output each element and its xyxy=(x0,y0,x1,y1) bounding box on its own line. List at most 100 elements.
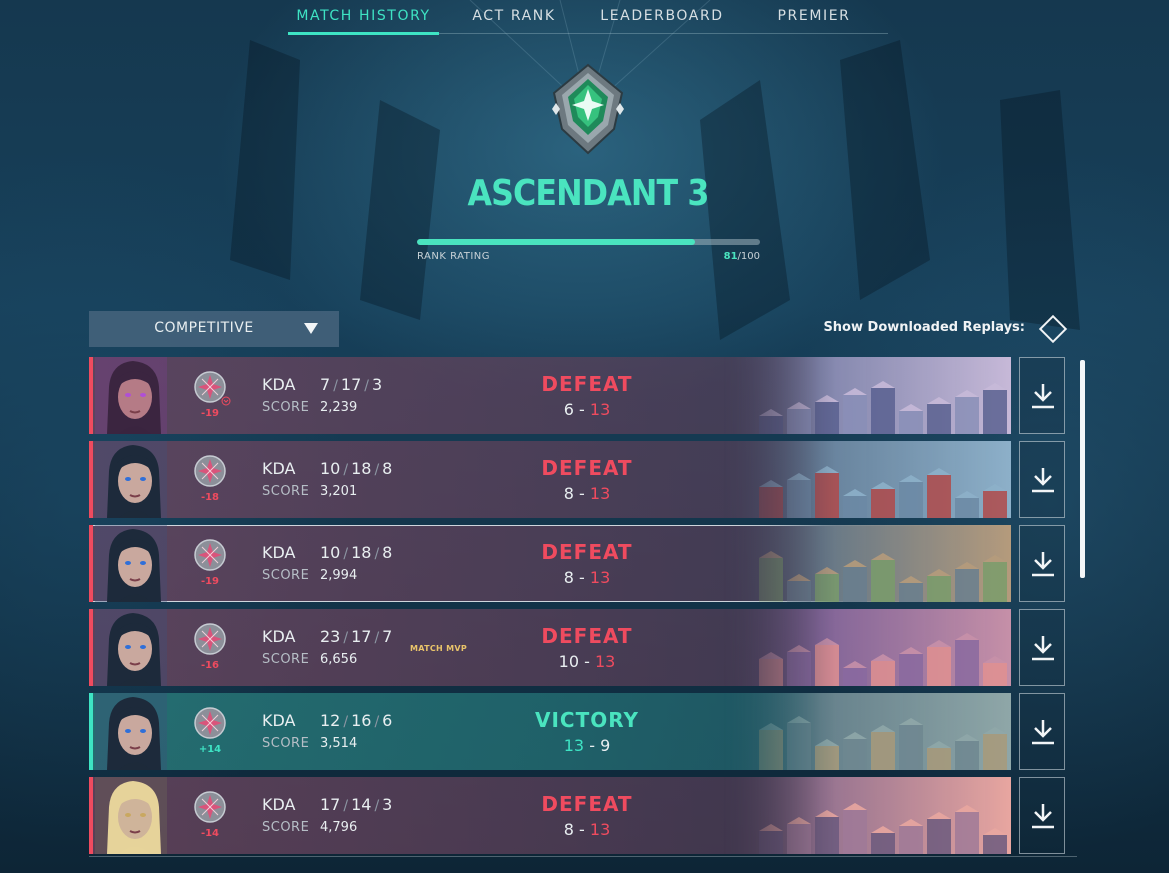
kda-separator: / xyxy=(343,630,349,646)
assists: 3 xyxy=(382,795,393,814)
combat-score: 3,514 xyxy=(320,736,358,751)
download-replay-button[interactable] xyxy=(1019,357,1065,434)
result-edge xyxy=(89,357,93,434)
kda-separator: / xyxy=(374,714,380,730)
download-replay-button[interactable] xyxy=(1019,777,1065,854)
ascendant-rank-icon xyxy=(552,63,624,155)
match-row[interactable]: +14 KDA 12/16/6 SCORE 3,514 VICTORY 13 -… xyxy=(89,693,1011,770)
match-row[interactable]: -19 KDA 10/18/8 SCORE 2,994 DEFEAT 8 - 1… xyxy=(89,525,1011,602)
rank-mini-icon xyxy=(194,455,226,487)
match-result: DEFEAT xyxy=(541,540,633,564)
map-thumbnail xyxy=(719,441,1011,518)
kills: 23 xyxy=(320,627,341,646)
download-replay-button[interactable] xyxy=(1019,441,1065,518)
rank-rating-max: /100 xyxy=(737,251,760,262)
rank-name: ASCENDANT 3 xyxy=(467,173,709,214)
score-separator: - xyxy=(584,652,590,671)
rank-mini-icon xyxy=(194,707,226,739)
deaths: 16 xyxy=(351,711,372,730)
download-icon xyxy=(1032,804,1054,829)
combat-score: 6,656 xyxy=(320,652,358,667)
round-score: 8 - 13 xyxy=(487,568,687,587)
round-score: 10 - 13 xyxy=(487,652,687,671)
kda-separator: / xyxy=(333,378,338,394)
kda-label: KDA xyxy=(262,543,296,562)
match-row[interactable]: -14 KDA 17/14/3 SCORE 4,796 DEFEAT 8 - 1… xyxy=(89,777,1011,854)
tab-leaderboard[interactable]: LEADERBOARD xyxy=(588,8,736,34)
result-edge xyxy=(89,693,93,770)
kda-label: KDA xyxy=(262,795,296,814)
tab-act-rank[interactable]: ACT RANK xyxy=(458,8,570,34)
mvp-badge: MATCH MVP xyxy=(410,644,468,653)
match-row[interactable]: -19 KDA 7/17/3 SCORE 2,239 DEFEAT 6 - 13 xyxy=(89,357,1011,434)
tab-premier[interactable]: PREMIER xyxy=(764,8,864,34)
round-score: 8 - 13 xyxy=(487,484,687,503)
tab-match-history[interactable]: MATCH HISTORY xyxy=(288,8,439,35)
download-replay-button[interactable] xyxy=(1019,525,1065,602)
map-thumbnail xyxy=(719,525,1011,602)
rr-change: -14 xyxy=(200,828,220,839)
download-icon xyxy=(1032,552,1054,577)
show-replays-label: Show Downloaded Replays: xyxy=(823,320,1025,335)
map-thumbnail xyxy=(719,693,1011,770)
enemy-score: 13 xyxy=(589,484,611,503)
kills: 10 xyxy=(320,459,341,478)
combat-score: 2,239 xyxy=(320,400,358,415)
rank-rating-value: 81/100 xyxy=(660,251,760,262)
score-separator: - xyxy=(579,400,585,419)
kda-separator: / xyxy=(374,630,380,646)
rank-rating-label: RANK RATING xyxy=(417,251,490,262)
map-thumbnail xyxy=(719,609,1011,686)
kills: 12 xyxy=(320,711,341,730)
result-edge xyxy=(89,777,93,854)
kda-separator: / xyxy=(364,378,369,394)
kda-value: 10/18/8 xyxy=(320,543,392,562)
enemy-score: 13 xyxy=(589,400,611,419)
rr-change: -19 xyxy=(200,408,220,419)
score-separator: - xyxy=(579,568,585,587)
kills: 7 xyxy=(320,375,331,394)
rank-down-icon xyxy=(221,396,231,406)
match-row[interactable]: -18 KDA 10/18/8 SCORE 3,201 DEFEAT 8 - 1… xyxy=(89,441,1011,518)
match-result: DEFEAT xyxy=(541,372,633,396)
result-edge xyxy=(89,441,93,518)
kda-separator: / xyxy=(343,714,349,730)
rr-change: -18 xyxy=(200,492,220,503)
score-label: SCORE xyxy=(262,568,310,583)
score-separator: - xyxy=(589,736,595,755)
result-edge xyxy=(89,609,93,686)
kda-value: 7/17/3 xyxy=(320,375,382,394)
match-result: DEFEAT xyxy=(541,792,633,816)
agent-portrait-reyna xyxy=(95,357,167,434)
rank-rating-bar xyxy=(417,239,760,245)
map-thumbnail xyxy=(719,357,1011,434)
enemy-score: 13 xyxy=(594,652,616,671)
round-score: 8 - 13 xyxy=(487,820,687,839)
queue-mode-dropdown[interactable]: COMPETITIVE xyxy=(89,311,339,347)
score-label: SCORE xyxy=(262,484,310,499)
deaths: 14 xyxy=(351,795,372,814)
divider xyxy=(89,856,1077,857)
match-result: DEFEAT xyxy=(541,456,633,480)
assists: 3 xyxy=(371,375,383,394)
scrollbar[interactable] xyxy=(1080,360,1085,578)
combat-score: 2,994 xyxy=(320,568,358,583)
kda-separator: / xyxy=(343,462,349,478)
kda-label: KDA xyxy=(262,711,296,730)
top-tab-bar: MATCH HISTORY ACT RANK LEADERBOARD PREMI… xyxy=(288,0,888,35)
download-replay-button[interactable] xyxy=(1019,609,1065,686)
assists: 6 xyxy=(382,711,393,730)
team-score: 13 xyxy=(563,736,585,755)
kda-label: KDA xyxy=(262,459,296,478)
assists: 8 xyxy=(382,543,393,562)
deaths: 18 xyxy=(351,543,372,562)
kda-value: 23/17/7 xyxy=(320,627,392,646)
queue-mode-label: COMPETITIVE xyxy=(154,320,254,336)
team-score: 6 xyxy=(563,400,574,419)
download-replay-button[interactable] xyxy=(1019,693,1065,770)
match-row[interactable]: -16 KDA 23/17/7 SCORE 6,656 MATCH MVP DE… xyxy=(89,609,1011,686)
rank-rating-current: 81 xyxy=(723,251,738,262)
kda-value: 17/14/3 xyxy=(320,795,392,814)
score-separator: - xyxy=(579,484,585,503)
kills: 17 xyxy=(320,795,341,814)
